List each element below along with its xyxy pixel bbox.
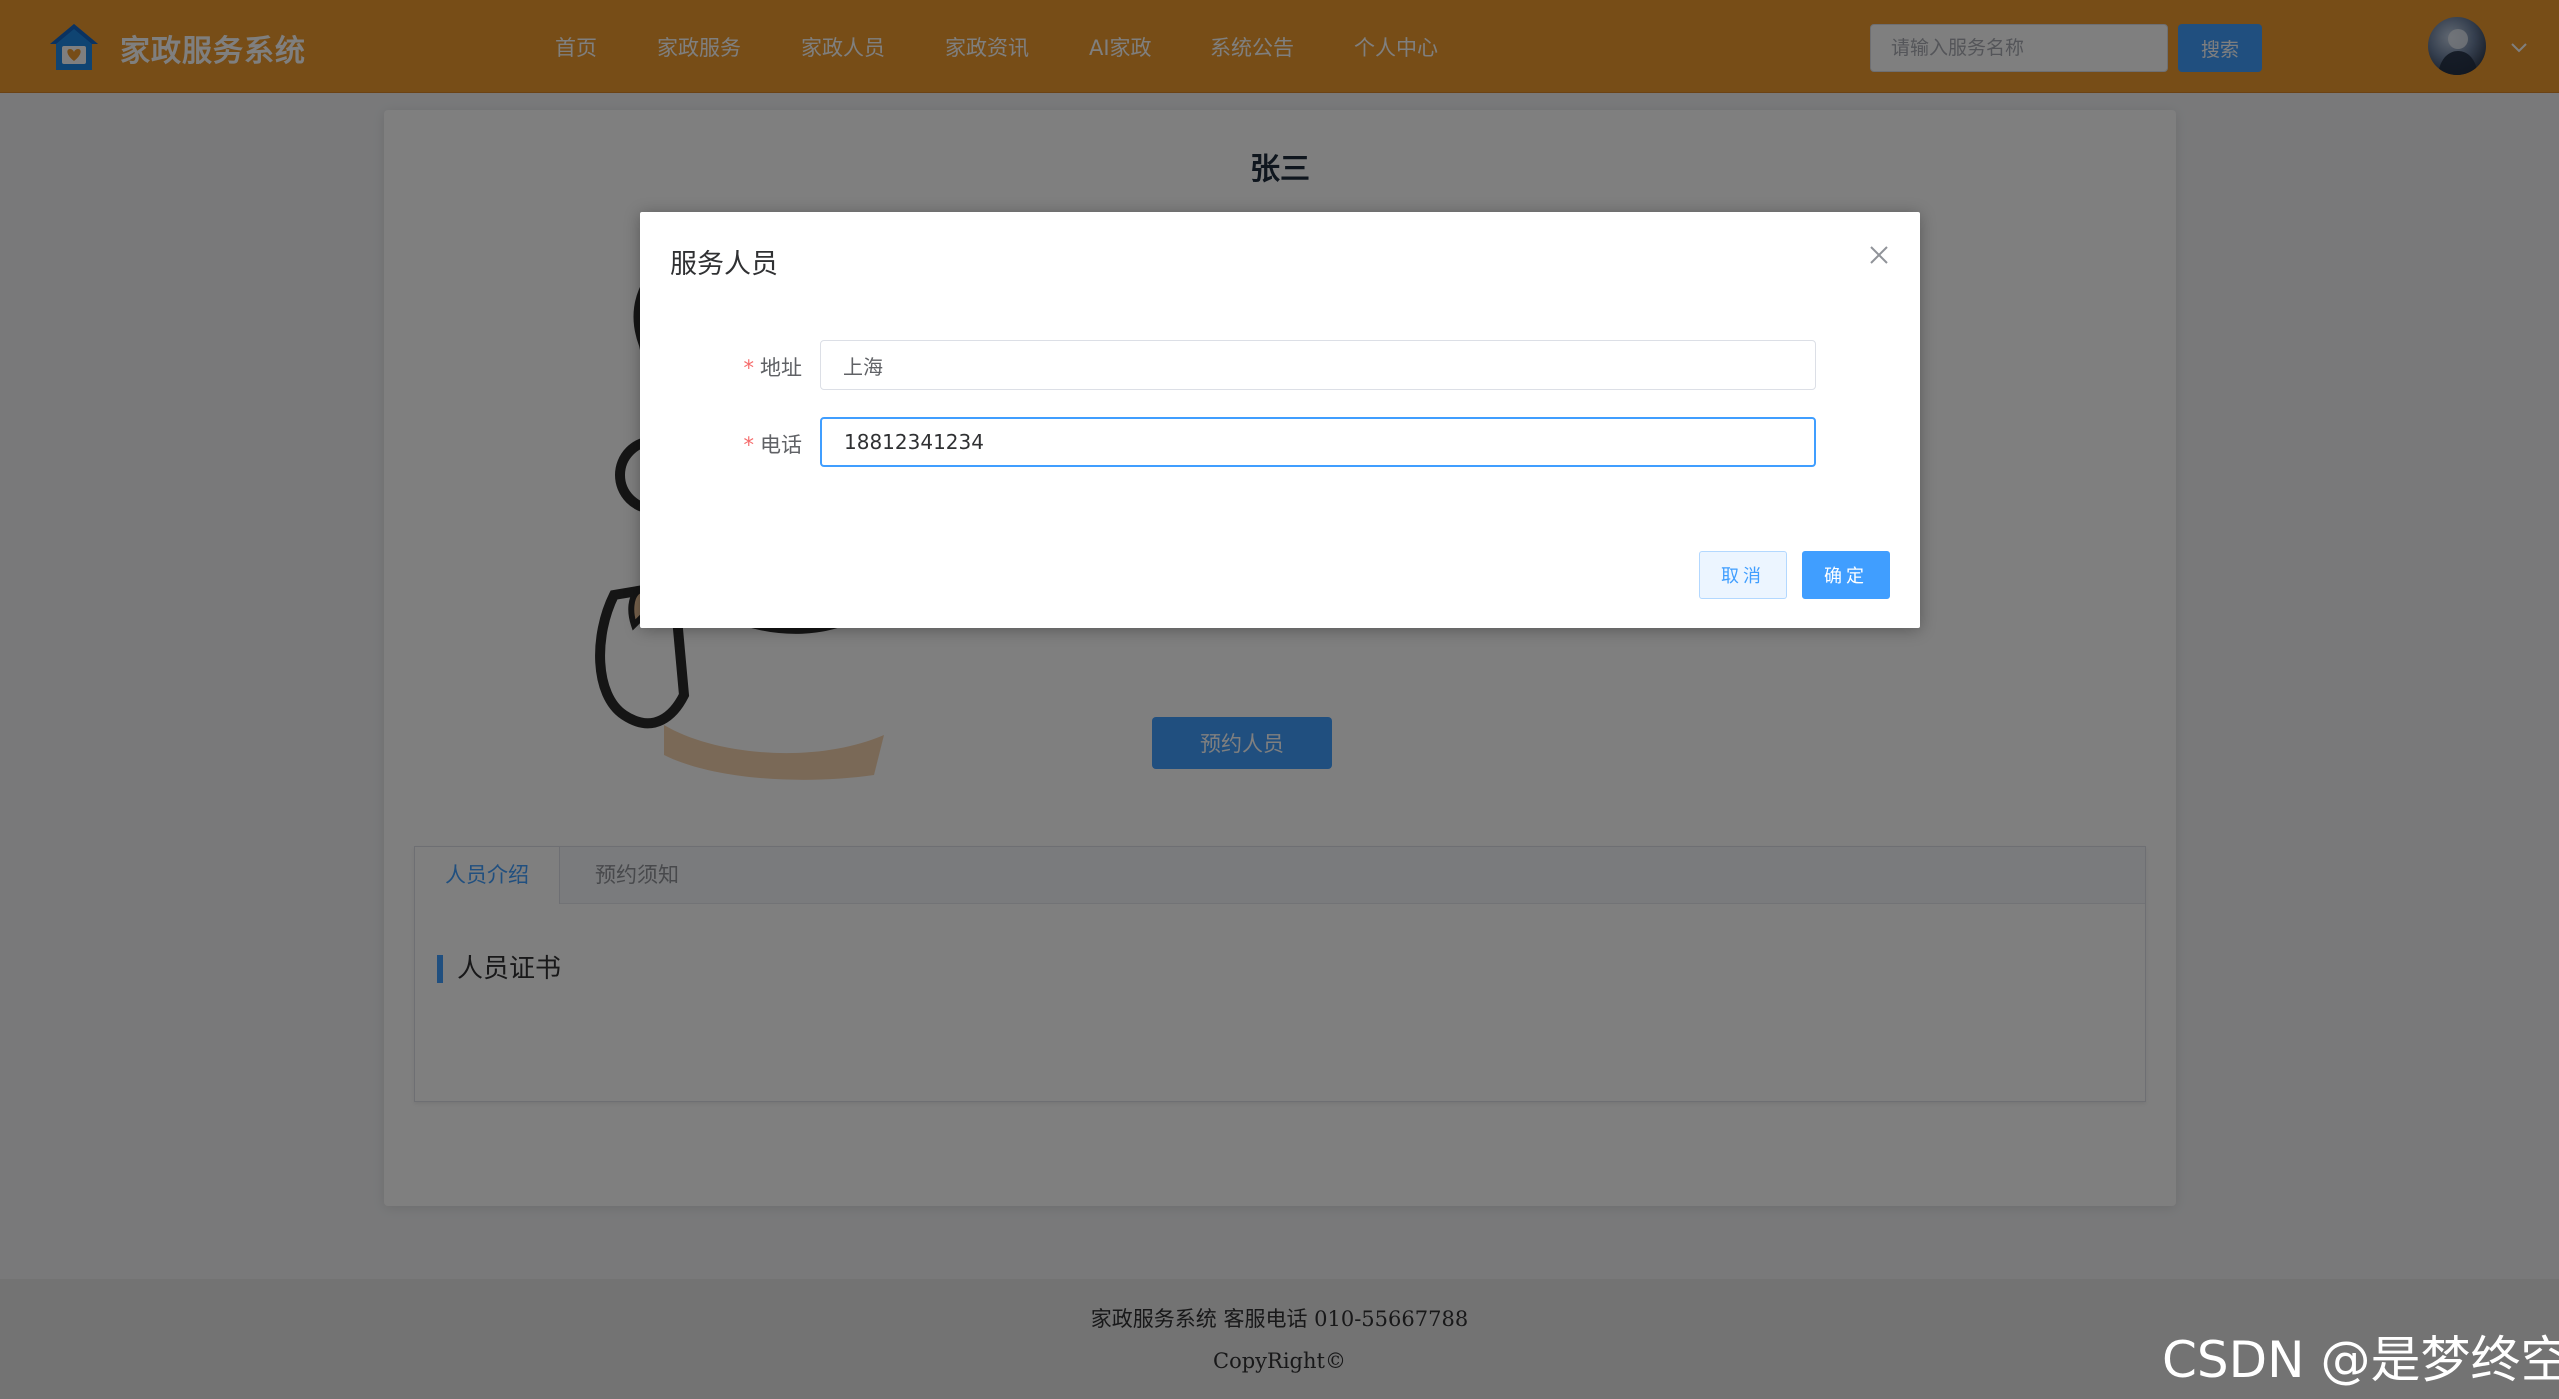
watermark: CSDN @是梦终空 <box>2162 1331 2559 1389</box>
phone-label: * 电话 <box>743 433 803 457</box>
required-mark: * <box>743 356 755 380</box>
confirm-button[interactable]: 确定 <box>1802 551 1890 599</box>
service-staff-dialog: 服务人员 *地址 *电话 取消 确定 <box>640 212 1920 628</box>
cancel-button[interactable]: 取消 <box>1699 551 1787 599</box>
required-mark: * <box>743 433 755 457</box>
form-row-phone: * 电话 <box>640 417 1920 467</box>
phone-field[interactable] <box>820 417 1816 467</box>
address-field[interactable] <box>820 340 1816 390</box>
address-label: * 地址 <box>743 356 803 380</box>
modal-overlay[interactable] <box>0 0 2559 1399</box>
dialog-title: 服务人员 <box>670 249 778 280</box>
form-row-address: * 地址 <box>640 340 1920 390</box>
close-icon[interactable] <box>1866 242 1892 268</box>
